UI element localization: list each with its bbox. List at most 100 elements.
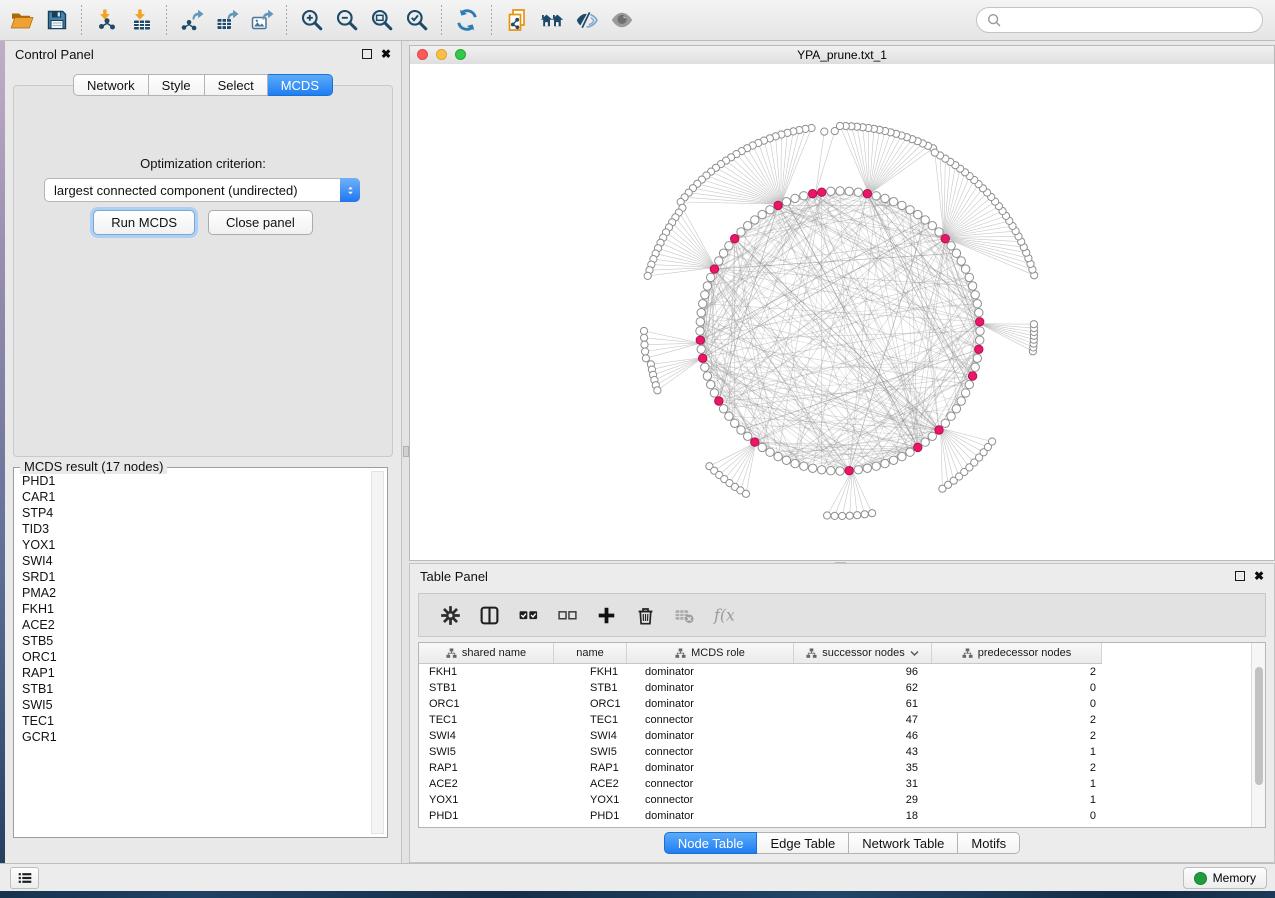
network-window-titlebar[interactable]: YPA_prune.txt_1 bbox=[410, 46, 1274, 65]
close-table-panel-icon[interactable]: ✖ bbox=[1254, 570, 1264, 582]
delete-row-button[interactable] bbox=[626, 599, 665, 631]
table-row[interactable]: SWI5SWI5connector431 bbox=[419, 744, 1265, 760]
search-icon bbox=[986, 12, 1002, 28]
deselect-all-button[interactable] bbox=[548, 599, 587, 631]
zoom-in-button[interactable] bbox=[294, 3, 329, 37]
table-row[interactable]: ORC1ORC1dominator610 bbox=[419, 696, 1265, 712]
mcds-result-item[interactable]: TEC1 bbox=[18, 713, 369, 729]
mcds-list-scrollbar[interactable] bbox=[371, 471, 384, 834]
mcds-result-item[interactable]: YOX1 bbox=[18, 537, 369, 553]
first-neighbors-icon bbox=[540, 8, 564, 32]
tab-node-table[interactable]: Node Table bbox=[664, 832, 758, 854]
tab-select[interactable]: Select bbox=[205, 74, 268, 96]
hide-selected-button[interactable] bbox=[569, 3, 604, 37]
deselect-all-icon bbox=[557, 605, 578, 626]
close-window-icon[interactable] bbox=[417, 49, 428, 60]
mcds-result-item[interactable]: STB5 bbox=[18, 633, 369, 649]
open-button[interactable] bbox=[4, 3, 39, 37]
toolbar-separator bbox=[166, 5, 167, 35]
table-cell: SWI4 bbox=[419, 730, 554, 742]
float-panel-icon[interactable] bbox=[362, 49, 372, 59]
table-scrollbar-thumb[interactable] bbox=[1255, 667, 1263, 785]
table-cell: ORC1 bbox=[419, 698, 554, 710]
first-neighbors-button[interactable] bbox=[534, 3, 569, 37]
table-row[interactable]: SWI4SWI4dominator462 bbox=[419, 728, 1265, 744]
mcds-result-item[interactable]: STP4 bbox=[18, 505, 369, 521]
run-mcds-button[interactable]: Run MCDS bbox=[93, 210, 195, 235]
table-row[interactable]: TEC1TEC1connector472 bbox=[419, 712, 1265, 728]
mcds-result-item[interactable]: STB1 bbox=[18, 681, 369, 697]
table-scrollbar[interactable] bbox=[1251, 643, 1265, 827]
close-panel-icon[interactable]: ✖ bbox=[381, 48, 391, 60]
table-row[interactable]: ACE2ACE2connector311 bbox=[419, 776, 1265, 792]
mcds-result-item[interactable]: FKH1 bbox=[18, 601, 369, 617]
column-type-icon bbox=[446, 648, 457, 659]
export-table-button[interactable] bbox=[209, 3, 244, 37]
select-all-button[interactable] bbox=[509, 599, 548, 631]
show-all-button[interactable] bbox=[604, 3, 639, 37]
delete-table-icon bbox=[674, 605, 695, 626]
memory-button[interactable]: Memory bbox=[1183, 867, 1267, 889]
network-graph[interactable] bbox=[410, 64, 1274, 560]
tab-network[interactable]: Network bbox=[73, 74, 149, 96]
import-network-button[interactable] bbox=[89, 3, 124, 37]
table-cell: 2 bbox=[932, 730, 1102, 742]
export-network-button[interactable] bbox=[174, 3, 209, 37]
table-row[interactable]: PHD1PHD1dominator180 bbox=[419, 808, 1265, 824]
table-row[interactable]: RAP1RAP1dominator352 bbox=[419, 760, 1265, 776]
zoom-selected-button[interactable] bbox=[399, 3, 434, 37]
search-input[interactable] bbox=[1002, 12, 1253, 28]
refresh-button[interactable] bbox=[449, 3, 484, 37]
table-row[interactable]: YOX1YOX1connector291 bbox=[419, 792, 1265, 808]
mcds-result-item[interactable]: ORC1 bbox=[18, 649, 369, 665]
column-header-successor-nodes[interactable]: successor nodes bbox=[794, 643, 932, 663]
show-all-icon bbox=[610, 8, 634, 32]
mcds-result-item[interactable]: CAR1 bbox=[18, 489, 369, 505]
mcds-result-item[interactable]: PHD1 bbox=[18, 473, 369, 489]
tab-motifs[interactable]: Motifs bbox=[958, 832, 1020, 854]
close-panel-button[interactable]: Close panel bbox=[208, 210, 313, 235]
criterion-dropdown[interactable]: largest connected component (undirected) bbox=[44, 178, 360, 202]
tab-mcds[interactable]: MCDS bbox=[268, 74, 333, 96]
table-row[interactable]: FKH1FKH1dominator962 bbox=[419, 664, 1265, 680]
table-cell: TEC1 bbox=[419, 714, 554, 726]
panel-toggle-button[interactable] bbox=[10, 867, 39, 889]
export-image-icon bbox=[250, 8, 274, 32]
mcds-result-item[interactable]: SWI5 bbox=[18, 697, 369, 713]
save-button[interactable] bbox=[39, 3, 74, 37]
settings-button[interactable] bbox=[431, 599, 470, 631]
zoom-fit-button[interactable] bbox=[364, 3, 399, 37]
column-header-predecessor-nodes[interactable]: predecessor nodes bbox=[932, 643, 1102, 663]
import-table-button[interactable] bbox=[124, 3, 159, 37]
tab-edge-table[interactable]: Edge Table bbox=[757, 832, 849, 854]
table-cell: TEC1 bbox=[554, 714, 627, 726]
mcds-result-list[interactable]: PHD1CAR1STP4TID3YOX1SWI4SRD1PMA2FKH1ACE2… bbox=[18, 473, 369, 833]
new-network-from-selection-button[interactable] bbox=[499, 3, 534, 37]
mcds-result-item[interactable]: SRD1 bbox=[18, 569, 369, 585]
zoom-window-icon[interactable] bbox=[455, 49, 466, 60]
export-image-button[interactable] bbox=[244, 3, 279, 37]
add-row-button[interactable] bbox=[587, 599, 626, 631]
network-canvas[interactable] bbox=[410, 64, 1274, 560]
split-divider-vertical[interactable] bbox=[402, 41, 409, 863]
table-row[interactable]: STB1STB1dominator620 bbox=[419, 680, 1265, 696]
column-view-button[interactable] bbox=[470, 599, 509, 631]
mcds-result-item[interactable]: ACE2 bbox=[18, 617, 369, 633]
hide-selected-icon bbox=[575, 8, 599, 32]
tab-network-table[interactable]: Network Table bbox=[849, 832, 958, 854]
column-header-name[interactable]: name bbox=[554, 643, 627, 663]
mcds-result-item[interactable]: RAP1 bbox=[18, 665, 369, 681]
mcds-result-item[interactable]: SWI4 bbox=[18, 553, 369, 569]
column-header-mcds-role[interactable]: MCDS role bbox=[627, 643, 794, 663]
float-table-panel-icon[interactable] bbox=[1235, 571, 1245, 581]
mcds-result-item[interactable]: GCR1 bbox=[18, 729, 369, 745]
zoom-out-button[interactable] bbox=[329, 3, 364, 37]
search-box[interactable] bbox=[976, 7, 1263, 33]
table-cell: STB1 bbox=[554, 682, 627, 694]
table-cell: dominator bbox=[627, 810, 794, 822]
mcds-result-item[interactable]: TID3 bbox=[18, 521, 369, 537]
tab-style[interactable]: Style bbox=[149, 74, 205, 96]
column-header-shared-name[interactable]: shared name bbox=[419, 643, 554, 663]
mcds-result-item[interactable]: PMA2 bbox=[18, 585, 369, 601]
minimize-window-icon[interactable] bbox=[436, 49, 447, 60]
